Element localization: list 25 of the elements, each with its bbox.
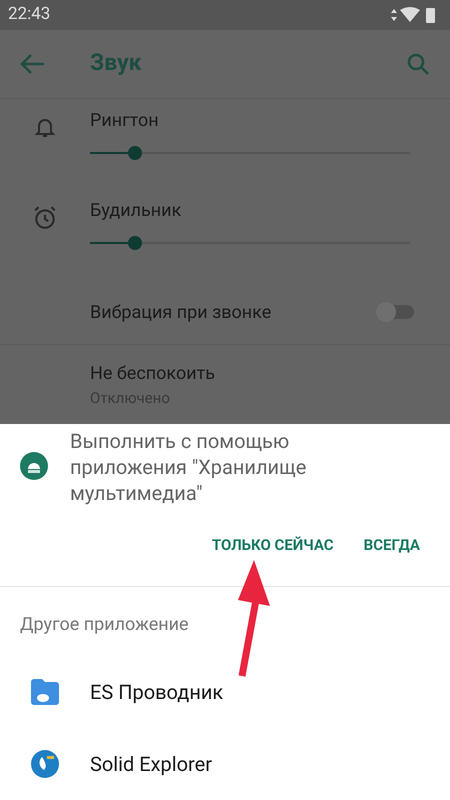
- setting-title: Вибрация при звонке: [90, 300, 272, 325]
- dialog-button[interactable]: ТОЛЬКО СЕЙЧАС: [212, 534, 334, 556]
- slider-thumb[interactable]: [128, 236, 142, 250]
- section-header: Другое приложение: [19, 613, 190, 637]
- volume-slider[interactable]: [90, 146, 410, 160]
- search-icon[interactable]: [406, 52, 430, 76]
- circle-app-icon: [30, 749, 60, 779]
- screen-title: Звук: [90, 48, 143, 78]
- status-time: 22:43: [8, 3, 50, 26]
- dialog-message: Выполнить с помощью приложения "Хранилище мультимедиа": [70, 428, 308, 506]
- alarm-clock-icon: [32, 205, 58, 232]
- toggle-switch[interactable]: [378, 305, 414, 320]
- setting-title: Будильник: [90, 199, 182, 224]
- slider-thumb[interactable]: [128, 146, 142, 160]
- setting-title: Рингтон: [90, 108, 160, 133]
- app-list-item[interactable]: Solid Explorer: [0, 728, 450, 800]
- android-icon: [20, 452, 48, 480]
- folder-icon: [30, 678, 60, 706]
- volume-slider[interactable]: [90, 236, 410, 250]
- app-name: ES Проводник: [90, 679, 224, 706]
- app-list-item[interactable]: ES Проводник: [0, 656, 450, 728]
- app-name: Solid Explorer: [90, 751, 212, 778]
- dialog-button[interactable]: ВСЕГДА: [364, 534, 420, 556]
- setting-title: Не беспокоить: [90, 362, 216, 386]
- back-arrow-icon[interactable]: [20, 52, 46, 75]
